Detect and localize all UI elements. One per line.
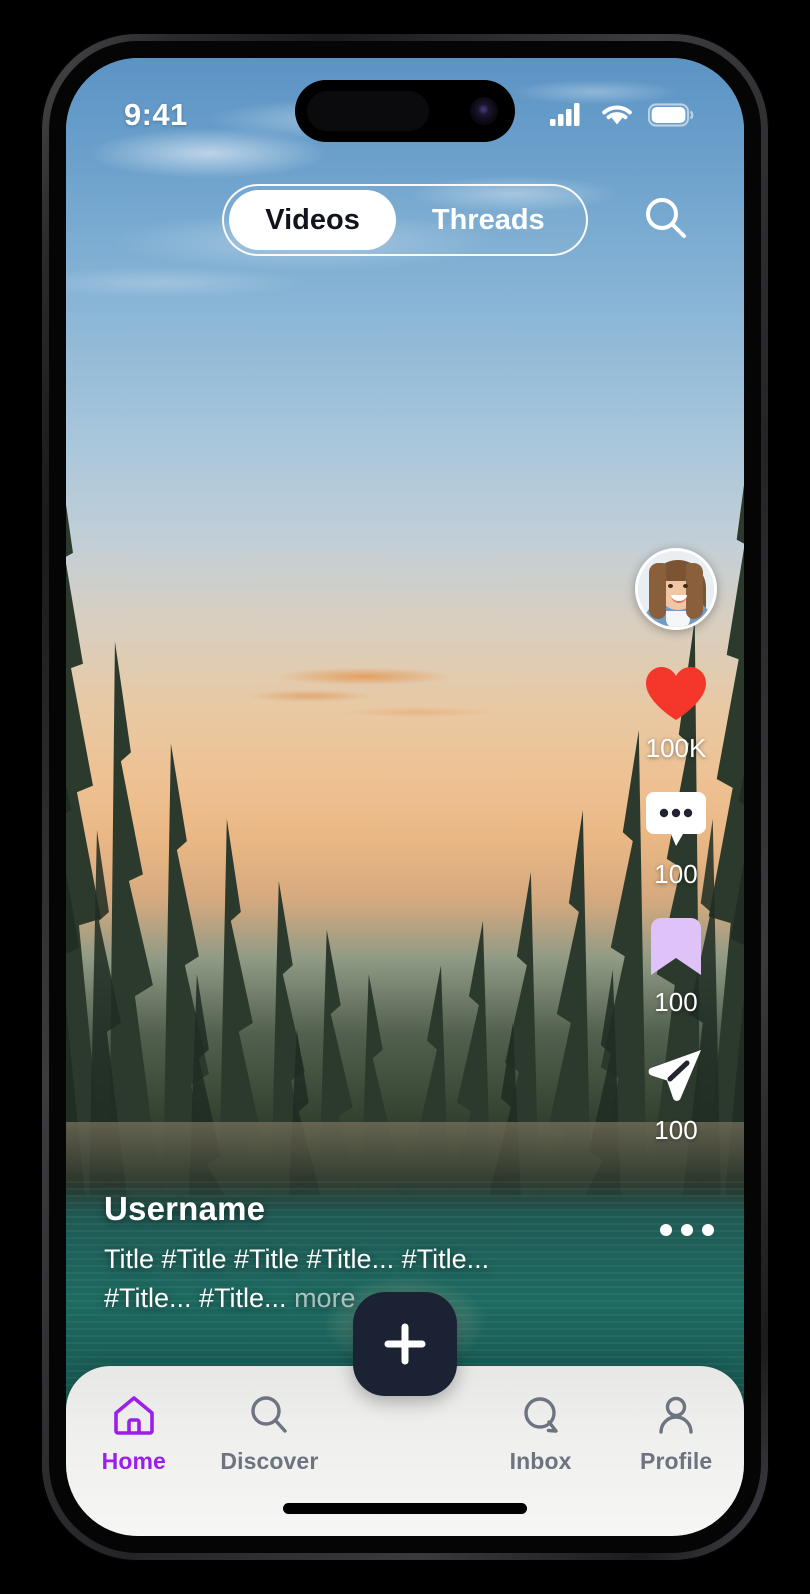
home-indicator[interactable] [283, 1503, 527, 1514]
face-id-sensor [307, 91, 429, 131]
ellipsis-horizontal-icon [681, 1224, 693, 1236]
battery-icon [648, 103, 694, 127]
nav-label-profile: Profile [640, 1448, 713, 1474]
status-bar-icons [550, 102, 694, 128]
video-action-rail: 100K 100 100 100 [622, 548, 730, 1146]
search-button[interactable] [634, 186, 698, 250]
nav-label-inbox: Inbox [509, 1448, 572, 1474]
front-camera-icon [471, 98, 497, 124]
tab-threads[interactable]: Threads [396, 190, 581, 250]
avatar [635, 548, 717, 630]
nav-item-home[interactable]: Home [66, 1392, 202, 1475]
ellipsis-horizontal-icon [702, 1224, 714, 1236]
phone-screen: 9:41 Videos Threads 100K 100 100 100 Use… [66, 58, 744, 1536]
video-caption-block: Username Title #Title #Title #Title... #… [104, 1190, 584, 1318]
bookmark-count: 100 [654, 987, 698, 1017]
nav-item-profile[interactable]: Profile [608, 1392, 744, 1475]
share-count: 100 [654, 1115, 698, 1145]
search-icon [251, 1396, 288, 1433]
tab-switcher: Videos Threads [222, 184, 588, 256]
person-icon [659, 1396, 693, 1434]
like-button[interactable]: 100K [643, 664, 709, 764]
bookmark-button[interactable]: 100 [648, 916, 704, 1018]
home-icon [113, 1396, 154, 1435]
dynamic-island[interactable] [295, 80, 515, 142]
creator-avatar-button[interactable] [635, 548, 717, 630]
plus-icon [384, 1323, 426, 1365]
video-caption: Title #Title #Title #Title... #Title... … [104, 1240, 584, 1318]
nav-item-inbox[interactable]: Inbox [473, 1392, 609, 1475]
forest-treeline-left [66, 309, 419, 1197]
caption-more-link[interactable]: more [294, 1283, 356, 1313]
like-count: 100K [645, 733, 707, 763]
ellipsis-horizontal-icon [660, 1224, 672, 1236]
nav-label-home: Home [101, 1448, 166, 1474]
caption-line-1: Title #Title #Title #Title... #Title... [104, 1243, 490, 1274]
creator-username[interactable]: Username [104, 1190, 584, 1228]
caption-line-2: #Title... #Title... [104, 1282, 295, 1313]
wifi-icon [602, 105, 632, 125]
comment-bubble-icon [646, 792, 706, 846]
bookmark-icon [651, 918, 701, 975]
nav-label-discover: Discover [220, 1448, 319, 1474]
heart-icon [646, 667, 706, 720]
share-button[interactable]: 100 [645, 1044, 707, 1146]
search-icon [646, 198, 686, 238]
comment-count: 100 [654, 859, 698, 889]
send-paper-plane-icon [648, 1050, 701, 1101]
more-options-button[interactable] [660, 1224, 714, 1236]
tab-videos[interactable]: Videos [229, 190, 396, 250]
chat-bubble-icon [523, 1397, 558, 1433]
status-bar-clock: 9:41 [124, 97, 188, 132]
nav-item-discover[interactable]: Discover [202, 1392, 338, 1475]
compose-button[interactable] [353, 1292, 457, 1396]
comment-button[interactable]: 100 [645, 790, 707, 890]
cellular-signal-icon [550, 103, 580, 126]
